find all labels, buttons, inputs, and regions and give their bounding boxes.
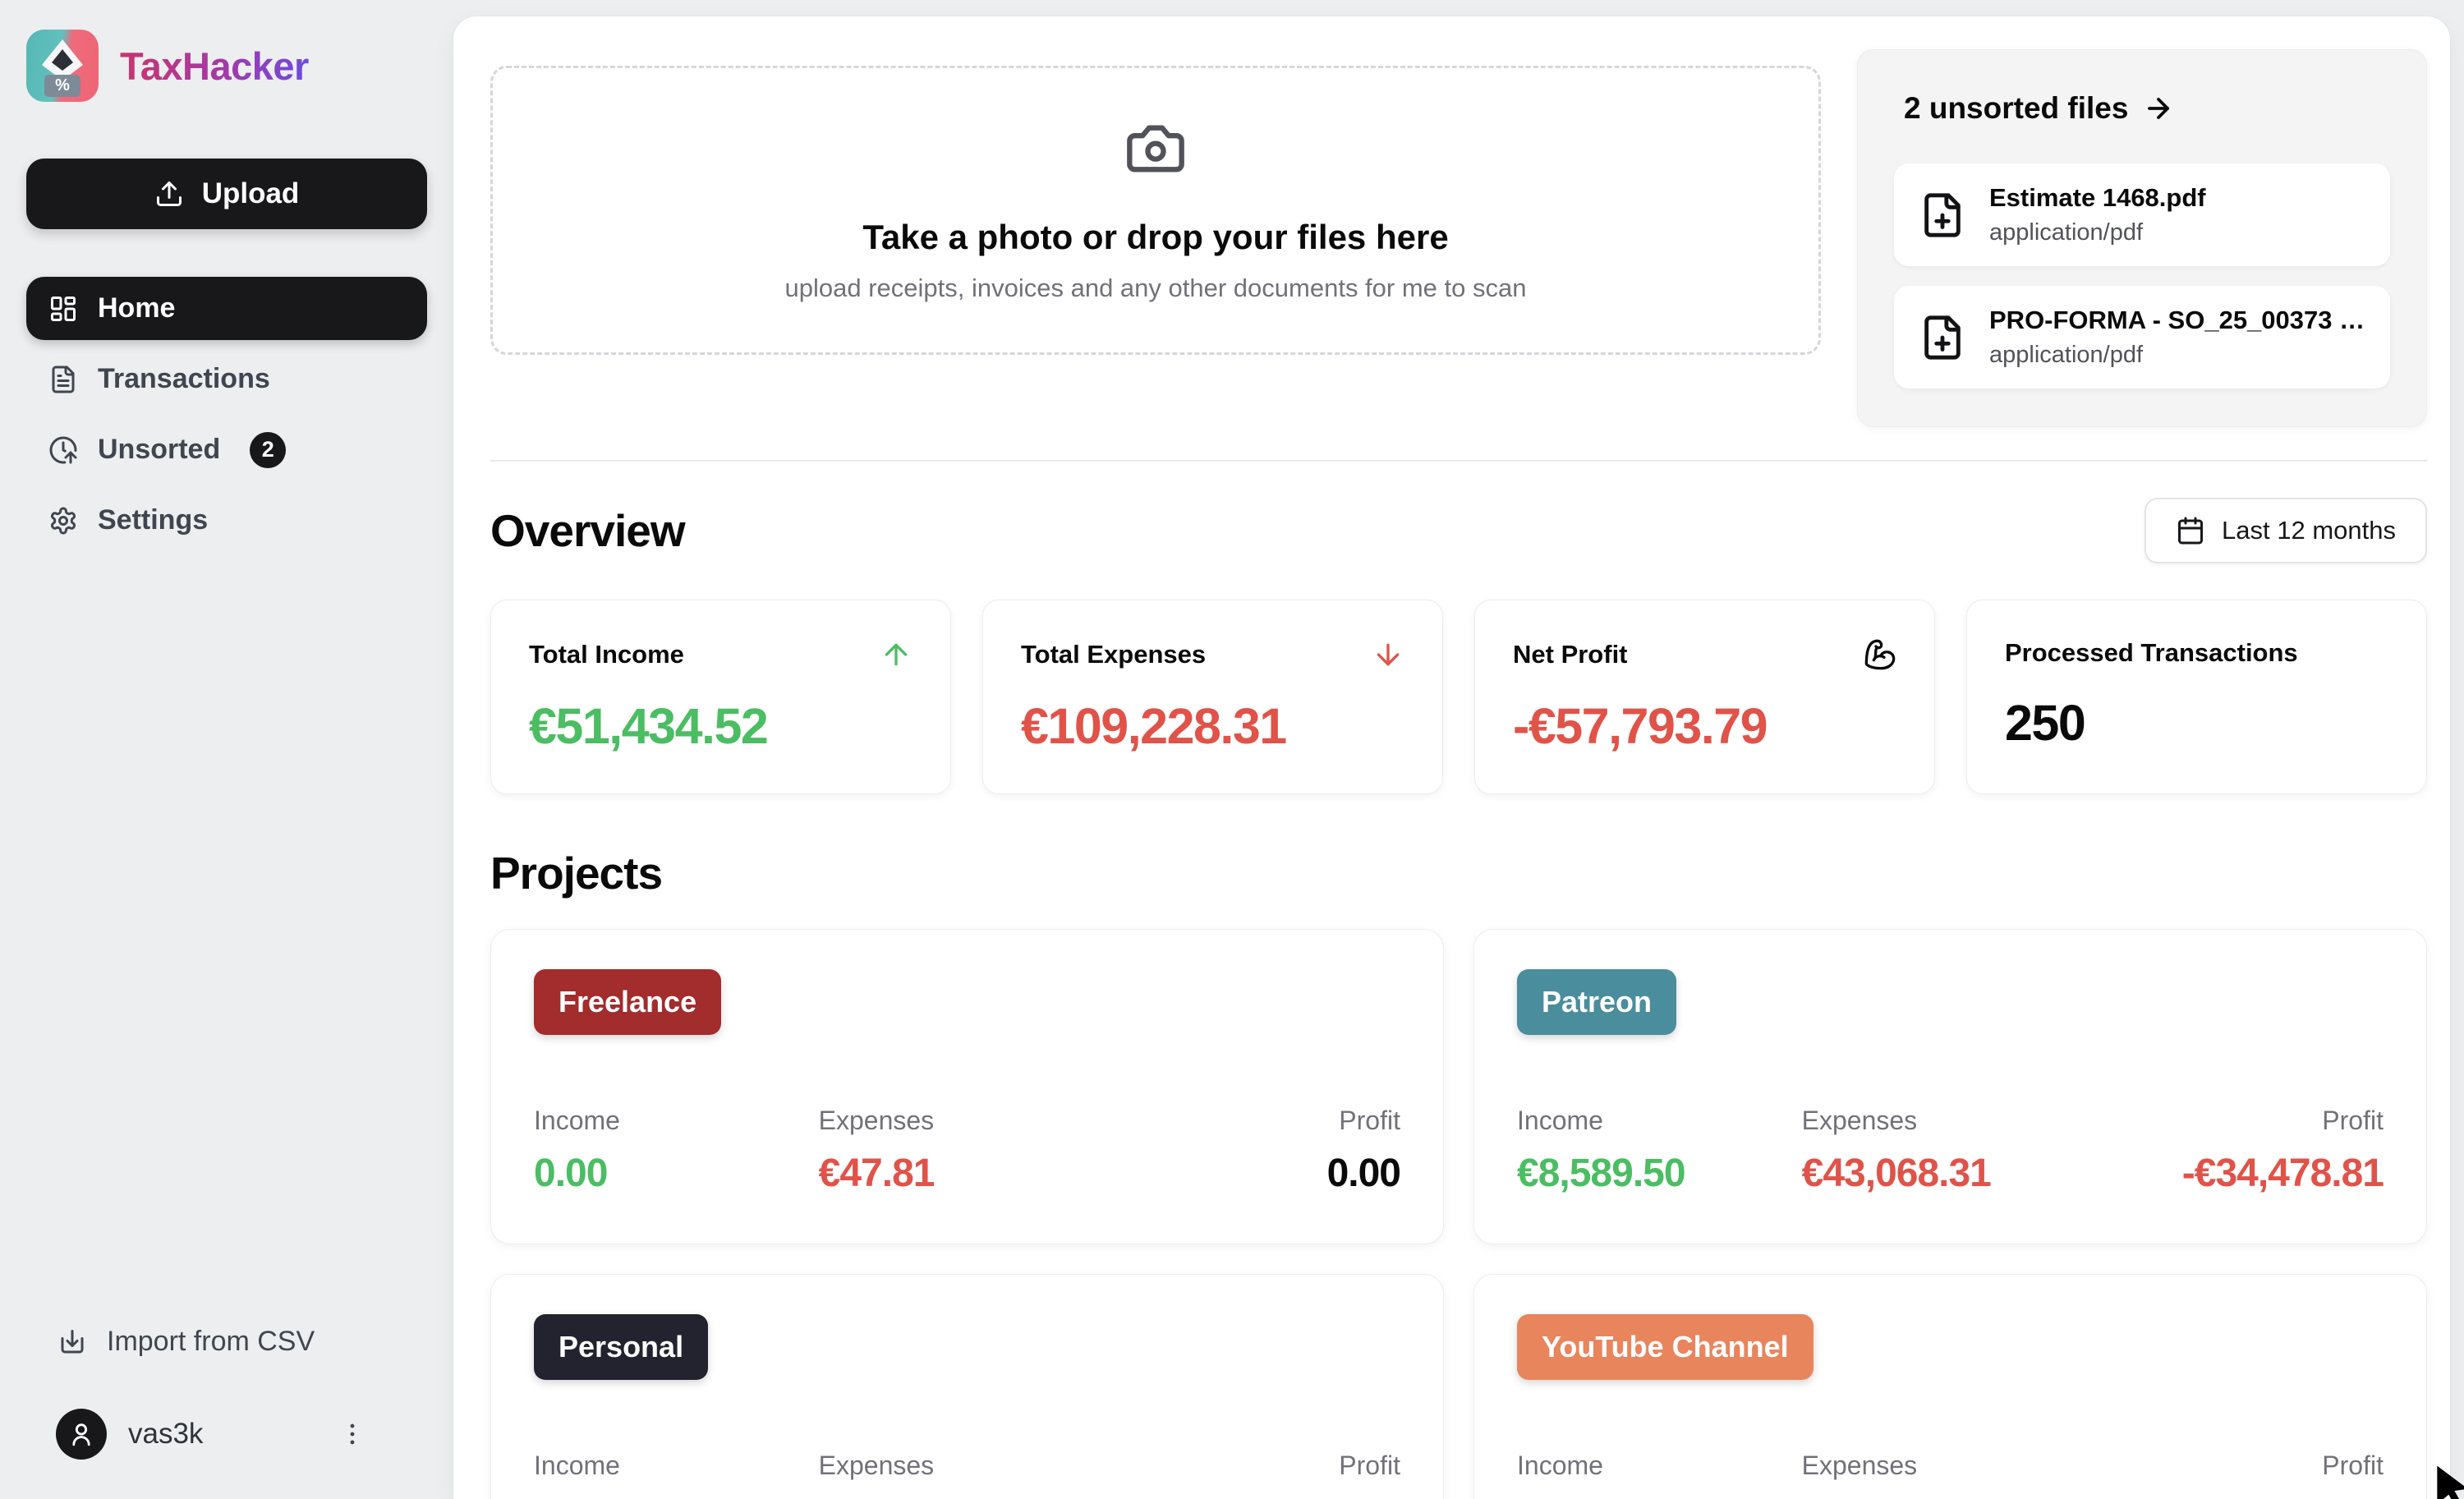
unsorted-files-panel: 2 unsorted files Estimate 1468.pdf appli… — [1857, 49, 2427, 427]
file-dropzone[interactable]: Take a photo or drop your files here upl… — [490, 66, 1821, 355]
profit-label: Profit — [2322, 1451, 2384, 1480]
file-type: application/pdf — [1989, 219, 2144, 246]
expenses-value: €11,091.96 — [819, 1496, 1153, 1499]
file-type: application/pdf — [1989, 342, 2144, 368]
sidebar-item-settings[interactable]: Settings — [26, 489, 427, 552]
sidebar-item-home[interactable]: Home — [26, 277, 427, 340]
stat-label: Net Profit — [1513, 640, 1628, 669]
sidebar-item-label: Unsorted — [98, 434, 221, 465]
kebab-menu-icon[interactable] — [338, 1420, 366, 1448]
stat-value: -€57,793.79 — [1513, 698, 1768, 754]
calendar-icon — [2176, 516, 2205, 545]
overview-heading: Overview — [490, 505, 686, 556]
profit-label: Profit — [1339, 1451, 1400, 1480]
sidebar: % TaxHacker Upload Home Transactions Uns… — [0, 0, 453, 1499]
file-text-icon — [48, 365, 78, 394]
income-label: Income — [534, 1451, 620, 1480]
income-value: €8,589.50 — [1517, 1152, 1686, 1195]
income-value: 0.00 — [534, 1152, 608, 1195]
stat-card-processed-transactions: Processed Transactions 250 — [1966, 600, 2427, 794]
expenses-value: €47.81 — [818, 1152, 935, 1195]
gear-icon — [48, 506, 78, 536]
stat-card-total-income: Total Income €51,434.52 — [490, 600, 951, 794]
profit-label: Profit — [2322, 1106, 2384, 1135]
avatar — [56, 1409, 107, 1460]
username: vas3k — [128, 1418, 204, 1450]
expenses-value: €44,409.30 — [1802, 1496, 2136, 1499]
project-badge: Freelance — [534, 969, 722, 1035]
unsorted-file-item[interactable]: PRO-FORMA - SO_25_00373 (1).p… applicati… — [1894, 286, 2390, 389]
project-badge: Personal — [534, 1314, 709, 1380]
section-divider — [490, 460, 2427, 462]
stat-label: Total Expenses — [1021, 640, 1207, 669]
profit-label: Profit — [1339, 1106, 1400, 1135]
dropzone-title: Take a photo or drop your files here — [862, 218, 1449, 256]
file-plus-icon — [1919, 191, 1966, 239]
dropzone-subtitle: upload receipts, invoices and any other … — [784, 274, 1527, 302]
expenses-label: Expenses — [818, 1106, 935, 1135]
unsorted-files-link[interactable]: 2 unsorted files — [1904, 91, 2390, 126]
dashboard-icon — [48, 294, 78, 324]
stat-card-net-profit: Net Profit -€57,793.79 — [1474, 600, 1935, 794]
income-label: Income — [534, 1106, 620, 1135]
camera-icon — [1124, 117, 1187, 180]
main-content: Take a photo or drop your files here upl… — [453, 16, 2450, 1499]
project-badge: Patreon — [1517, 969, 1677, 1035]
file-name: Estimate 1468.pdf — [1989, 183, 2206, 212]
user-menu[interactable]: vas3k — [26, 1409, 427, 1460]
projects-heading: Projects — [490, 848, 663, 899]
expenses-label: Expenses — [1801, 1106, 1918, 1135]
sidebar-nav: Home Transactions Unsorted 2 Settings — [26, 277, 427, 552]
sidebar-item-unsorted[interactable]: Unsorted 2 — [26, 418, 427, 481]
project-card-freelance[interactable]: Freelance Income 0.00 Expenses €47.81 Pr… — [490, 929, 1444, 1244]
project-badge: YouTube Channel — [1517, 1314, 1814, 1380]
taxhacker-logo-icon: % — [26, 30, 99, 102]
period-selector-button[interactable]: Last 12 months — [2145, 498, 2427, 563]
unsorted-file-item[interactable]: Estimate 1468.pdf application/pdf — [1894, 163, 2390, 266]
sidebar-item-transactions[interactable]: Transactions — [26, 347, 427, 411]
unsorted-count-badge: 2 — [250, 431, 287, 468]
stat-card-total-expenses: Total Expenses €109,228.31 — [982, 600, 1443, 794]
brand: % TaxHacker — [26, 30, 427, 102]
project-card-youtube-channel[interactable]: YouTube Channel Income €42,845.02 Expens… — [1473, 1274, 2427, 1499]
arrow-right-icon — [2143, 93, 2174, 124]
profit-value: -€1,564.28 — [2136, 1496, 2384, 1499]
stat-value: €109,228.31 — [1021, 698, 1287, 754]
upload-button[interactable]: Upload — [26, 159, 427, 229]
overview-stats: Total Income €51,434.52 Total Expenses €… — [490, 600, 2427, 794]
biceps-icon — [1864, 638, 1896, 671]
project-card-patreon[interactable]: Patreon Income €8,589.50 Expenses €43,06… — [1473, 929, 2427, 1244]
projects-grid: Freelance Income 0.00 Expenses €47.81 Pr… — [490, 929, 2427, 1499]
stat-value: €51,434.52 — [529, 698, 769, 754]
clock-arrow-up-icon — [48, 435, 78, 465]
arrow-down-icon — [1372, 638, 1404, 671]
income-label: Income — [1517, 1106, 1603, 1135]
income-value: 0.00 — [534, 1496, 819, 1499]
profit-value: -€34,478.81 — [2181, 1152, 2384, 1195]
project-card-personal[interactable]: Personal Income 0.00 Expenses €11,091.96… — [490, 1274, 1444, 1499]
mouse-cursor — [2430, 1462, 2464, 1499]
stat-value: 250 — [2005, 695, 2086, 751]
logo-percent-sign: % — [55, 76, 70, 94]
stat-label: Processed Transactions — [2005, 638, 2298, 667]
arrow-up-icon — [880, 638, 913, 671]
file-name: PRO-FORMA - SO_25_00373 (1).p… — [1989, 306, 2365, 334]
file-plus-icon — [1919, 314, 1966, 361]
import-from-csv-button[interactable]: Import from CSV — [26, 1326, 427, 1358]
app-screen: % TaxHacker Upload Home Transactions Uns… — [0, 0, 2464, 1499]
import-icon — [57, 1327, 87, 1357]
expenses-label: Expenses — [818, 1451, 935, 1480]
app-title: TaxHacker — [120, 44, 309, 88]
upload-icon — [154, 179, 184, 209]
income-label: Income — [1517, 1451, 1603, 1480]
expenses-label: Expenses — [1801, 1451, 1918, 1480]
expenses-value: €43,068.31 — [1801, 1152, 1992, 1195]
income-value: €42,845.02 — [1517, 1496, 1802, 1499]
sidebar-item-label: Settings — [98, 504, 209, 536]
profit-value: 0.00 — [1326, 1152, 1401, 1195]
profit-value: 0.00 — [1153, 1496, 1401, 1499]
sidebar-item-label: Transactions — [98, 363, 270, 394]
stat-label: Total Income — [529, 640, 684, 669]
sidebar-item-label: Home — [98, 292, 176, 324]
